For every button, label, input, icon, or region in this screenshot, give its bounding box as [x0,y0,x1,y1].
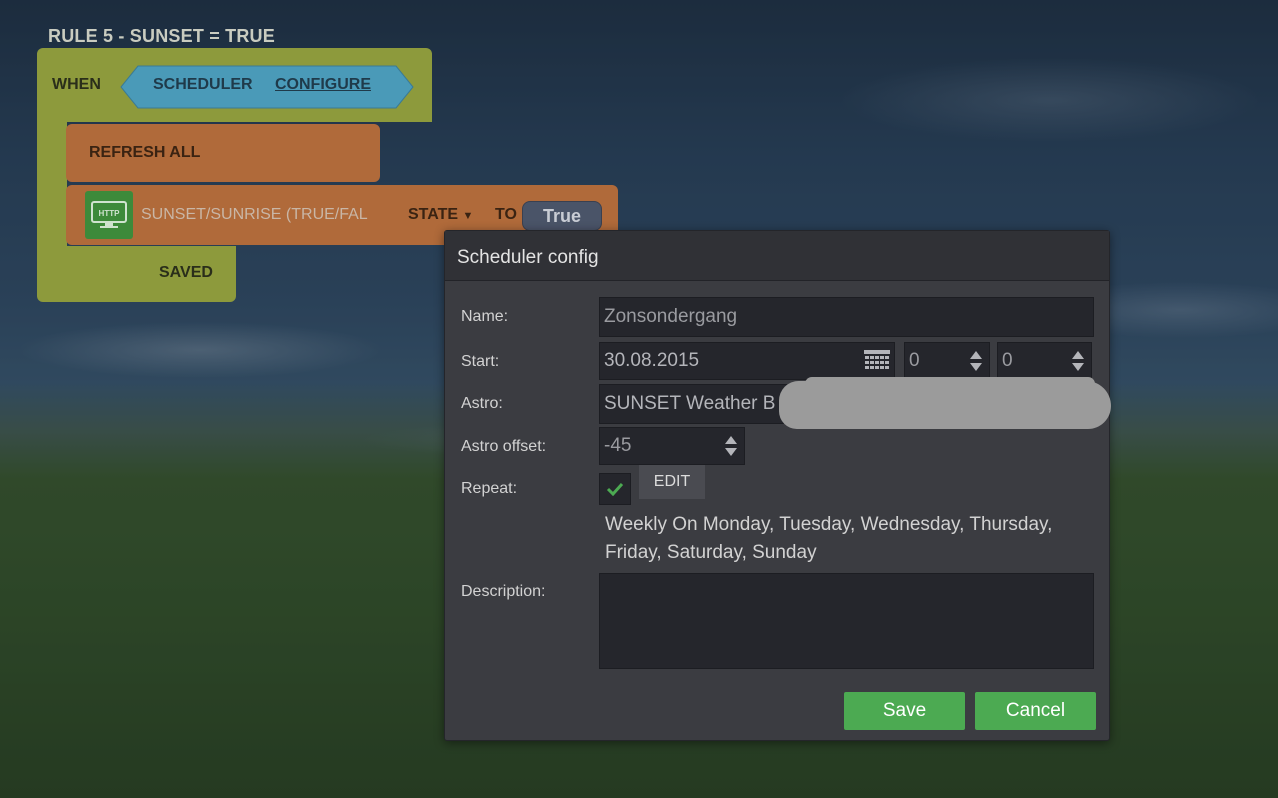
start-minute-input[interactable]: 0 [997,342,1092,380]
repeat-label: Repeat: [461,480,518,497]
dialog-title: Scheduler config [457,247,599,268]
astro-select-value: SUNSET Weather B [604,393,776,414]
dialog-header[interactable]: Scheduler config [445,231,1109,281]
name-input-value: Zonsondergang [604,306,738,327]
start-minute-value: 0 [1002,350,1013,371]
http-device-icon: HTTP [85,191,133,239]
start-hour-input[interactable]: 0 [904,342,990,380]
state-dropdown[interactable]: STATE ▼ [408,206,473,224]
start-hour-value: 0 [909,350,920,371]
checkmark-icon [606,482,624,496]
description-textarea[interactable] [599,573,1094,669]
astro-offset-label: Astro offset: [461,438,547,455]
start-date-input[interactable]: 30.08.2015 [599,342,895,380]
astro-offset-input[interactable]: -45 [599,427,745,465]
edit-repeat-button[interactable]: EDIT [639,465,705,499]
name-label: Name: [461,308,509,325]
description-label: Description: [461,583,546,600]
to-label: TO [495,206,517,223]
astro-offset-value: -45 [604,435,632,456]
redaction-mark [805,377,1095,391]
svg-text:HTTP: HTTP [99,209,121,218]
astro-label: Astro: [461,395,503,412]
minute-spinner-icon[interactable] [1071,349,1085,373]
state-dropdown-label: STATE [408,206,459,223]
repeat-checkbox[interactable] [599,473,631,505]
hour-spinner-icon[interactable] [969,349,983,373]
cancel-button[interactable]: Cancel [975,692,1096,730]
caret-down-icon: ▼ [462,210,474,222]
scheduler-config-dialog: Scheduler config Name: Zonsondergang Sta… [444,230,1111,741]
offset-spinner-icon[interactable] [724,434,738,458]
start-date-value: 30.08.2015 [604,350,700,371]
value-field[interactable]: True [522,201,602,231]
name-input[interactable]: Zonsondergang [599,297,1094,337]
start-label: Start: [461,353,500,370]
rule-title: RULE 5 - SUNSET = TRUE [48,26,275,46]
configure-link[interactable]: CONFIGURE [275,76,371,94]
when-label: WHEN [52,76,101,93]
save-button[interactable]: Save [844,692,965,730]
scheduler-label: SCHEDULER [153,76,253,93]
calendar-icon[interactable] [864,350,890,372]
repeat-summary: Weekly On Monday, Tuesday, Wednesday, Th… [605,514,1053,563]
refresh-all-label: REFRESH ALL [89,144,201,161]
saved-label: SAVED [159,264,213,281]
http-device-label: SUNSET/SUNRISE (TRUE/FAL [141,206,368,223]
when-block-side [37,120,67,250]
